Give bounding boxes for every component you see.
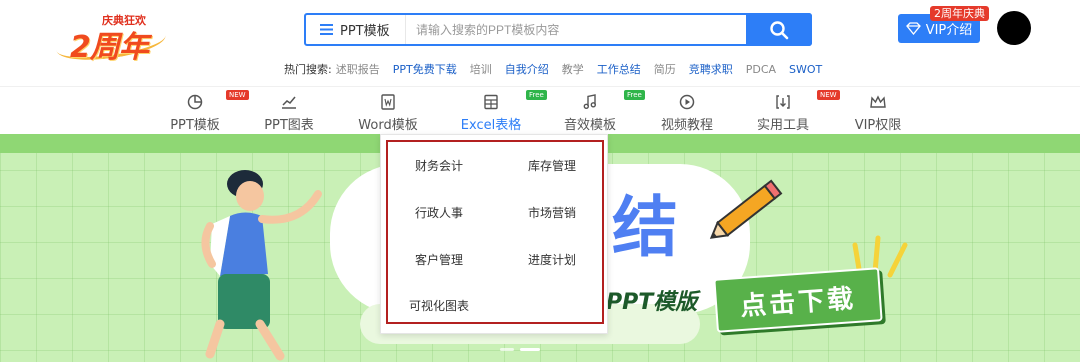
nav-item-vip-rights[interactable]: VIP权限 [833,93,923,133]
free-tag: Free [526,90,547,100]
search-input[interactable] [416,15,736,44]
nav-item-label: VIP权限 [854,118,902,133]
nav-item-label: PPT图表 [264,118,314,133]
nav-item-audio-templates[interactable]: 音效模板 Free [545,90,645,133]
hot-search: 热门搜索: 述职报告 PPT免费下载 培训 自我介绍 教学 工作总结 简历 竞聘求职 PDCA SW… [284,61,835,77]
line-chart-icon [282,96,296,109]
carousel-dots [500,348,560,352]
vip-anniversary-badge: 2周年庆典 [930,6,989,21]
nav-item-label: 音效模板 [563,118,616,133]
avatar[interactable] [997,11,1031,45]
banner-big-char: 结 [612,189,678,266]
dropdown-item[interactable]: 可视化图表 [409,297,469,314]
search-button[interactable] [746,13,812,46]
download-button[interactable]: 点击下载 [713,267,883,333]
excel-dropdown-menu: 财务会计 库存管理 行政人事 市场营销 客户管理 进度计划 可视化图表 [380,134,608,334]
hot-search-item[interactable]: PPT免费下载 [393,63,457,76]
pencil-illustration [709,179,783,239]
dropdown-item[interactable]: 财务会计 [415,157,463,174]
menu-icon [320,24,333,35]
dropdown-item[interactable]: 市场营销 [528,204,576,221]
hot-search-item[interactable]: 教学 [562,63,584,76]
hot-search-item[interactable]: 工作总结 [597,63,641,76]
cartoon-character-illustration [201,170,322,361]
hot-search-item[interactable]: 简历 [654,63,676,76]
spreadsheet-icon [484,94,498,110]
nav-item-ppt-charts[interactable]: PPT图表 [244,93,334,133]
nav-item-tools[interactable]: 实用工具 NEW [738,90,840,133]
nav-item-label: 视频教程 [660,118,713,133]
search-category-label: PPT模板 [340,24,390,39]
tools-icon [776,95,790,109]
music-note-icon [583,94,597,110]
logo-main-text: 2周年 [70,30,149,65]
diamond-icon [905,22,921,35]
nav-item-label: PPT模板 [170,118,220,133]
nav-item-ppt-templates[interactable]: PPT模板 NEW [150,90,249,133]
hot-search-item[interactable]: 自我介绍 [505,63,549,76]
play-circle-icon [679,94,695,110]
dropdown-item[interactable]: 库存管理 [528,157,576,174]
carousel-dot[interactable] [500,348,514,351]
banner-subtitle: PPT模版 [606,290,698,315]
hot-search-item[interactable]: PDCA [746,63,776,76]
pie-chart-icon [187,94,203,110]
hot-search-item[interactable]: 述职报告 [336,63,380,76]
word-doc-icon [381,94,395,110]
dropdown-item[interactable]: 行政人事 [415,204,463,221]
nav-item-video-tutorials[interactable]: 视频教程 [642,93,732,133]
search-category-select[interactable]: PPT模板 [306,15,406,44]
nav-item-label: Word模板 [358,118,418,133]
carousel-dot-active[interactable] [520,348,540,351]
site-logo[interactable]: 庆典狂欢 2周年 [48,6,174,66]
header: 庆典狂欢 2周年 PPT模板 热门搜索: 述职报告 PPT免费下载培训自我介绍教学工… [0,0,1080,86]
dropdown-item[interactable]: 进度计划 [528,251,576,268]
dropdown-item[interactable]: 客户管理 [415,251,463,268]
hot-search-label: 热门搜索: [284,63,332,76]
search-bar: PPT模板 [304,13,812,46]
hot-search-item[interactable]: SWOT [789,63,822,76]
hot-search-item[interactable]: 竞聘求职 [689,63,733,76]
nav-item-label: 实用工具 [756,118,809,133]
vip-label: VIP介绍 [925,23,973,38]
crown-icon [870,95,886,108]
main-nav: PPT模板 NEW PPT图表 Word模板 Excel表格 Free 音效模板… [0,86,1080,136]
nav-item-excel-sheets[interactable]: Excel表格 Free [446,90,547,136]
nav-item-word-templates[interactable]: Word模板 [343,93,433,133]
hot-search-item[interactable]: 培训 [470,63,492,76]
search-icon [770,20,789,39]
